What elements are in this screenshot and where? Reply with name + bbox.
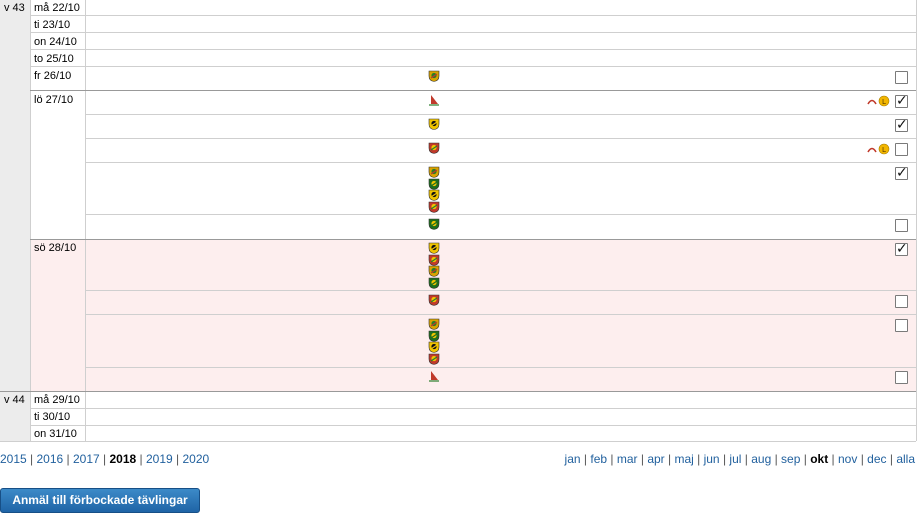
- month-link-jun[interactable]: jun: [704, 452, 720, 466]
- preselect-checkbox[interactable]: [895, 117, 908, 133]
- separator: |: [99, 452, 110, 466]
- club-emblem-icon: [428, 118, 440, 130]
- club-emblem-icon: [428, 330, 440, 342]
- month-link-dec[interactable]: dec: [867, 452, 886, 466]
- preselect-checkbox[interactable]: [895, 143, 908, 156]
- separator: |: [172, 452, 183, 466]
- year-link-2019[interactable]: 2019: [146, 452, 173, 466]
- month-link-jul[interactable]: jul: [729, 452, 741, 466]
- day-label: må 29/10: [34, 394, 80, 406]
- year-nav: 2015 | 2016 | 2017 | 2018 | 2019 | 2020: [0, 452, 209, 466]
- preselect-checkbox[interactable]: [895, 241, 908, 257]
- month-link-feb[interactable]: feb: [590, 452, 607, 466]
- year-link-2018: 2018: [109, 452, 137, 466]
- preselect-checkbox[interactable]: [895, 93, 908, 109]
- month-link-sep[interactable]: sep: [781, 452, 800, 466]
- club-emblem-icon: [428, 341, 440, 353]
- preselect-checkbox[interactable]: [895, 219, 908, 232]
- preselect-checkbox[interactable]: [895, 71, 908, 84]
- year-link-2015[interactable]: 2015: [0, 452, 27, 466]
- separator: |: [580, 452, 591, 466]
- club-emblem-icon: [428, 265, 440, 277]
- club-emblem-icon: [428, 294, 440, 306]
- club-emblem-icon: [428, 142, 440, 154]
- club-emblem-icon: [428, 189, 440, 201]
- svg-text:L: L: [882, 146, 886, 154]
- day-label: on 31/10: [34, 428, 77, 440]
- day-label: lö 27/10: [34, 94, 74, 106]
- week-label-v44: v 44: [4, 394, 25, 406]
- club-emblem-icon: [428, 318, 440, 330]
- month-nav: jan | feb | mar | apr | maj | jun | jul …: [565, 452, 915, 466]
- day-label: fr 26/10: [34, 70, 72, 82]
- week-label-v43: v 43: [4, 2, 25, 14]
- club-emblem-icon: [428, 178, 440, 190]
- day-label: to 25/10: [34, 53, 74, 65]
- week-cell-v43: [0, 0, 30, 391]
- sunday-rows-background: [30, 239, 916, 391]
- club-emblem-icon: [428, 94, 440, 106]
- month-link-okt: okt: [810, 452, 829, 466]
- club-emblem-icon: [428, 70, 440, 82]
- year-link-2020[interactable]: 2020: [183, 452, 210, 466]
- preselect-checkbox[interactable]: [895, 295, 908, 308]
- month-link-alla[interactable]: alla: [896, 452, 915, 466]
- preselect-checkbox[interactable]: [895, 371, 908, 384]
- month-link-mar[interactable]: mar: [617, 452, 638, 466]
- separator: |: [771, 452, 782, 466]
- register-selected-button[interactable]: Anmäl till förbockade tävlingar: [0, 488, 200, 513]
- club-emblem-icon: [428, 254, 440, 266]
- month-link-jan[interactable]: jan: [565, 452, 581, 466]
- month-link-nov[interactable]: nov: [838, 452, 857, 466]
- separator: |: [719, 452, 730, 466]
- live-status-icon: L: [866, 95, 892, 110]
- day-label: on 24/10: [34, 36, 77, 48]
- separator: |: [828, 452, 838, 466]
- day-label: ti 30/10: [34, 411, 71, 423]
- club-emblem-icon: [428, 242, 440, 254]
- separator: |: [693, 452, 704, 466]
- separator: |: [63, 452, 73, 466]
- month-link-apr[interactable]: apr: [647, 452, 664, 466]
- live-status-icon: L: [866, 143, 892, 158]
- day-label: ti 23/10: [34, 19, 71, 31]
- club-emblem-icon: [428, 277, 440, 289]
- club-emblem-icon: [428, 201, 440, 213]
- separator: |: [26, 452, 37, 466]
- day-label: må 22/10: [34, 2, 80, 14]
- day-label: sö 28/10: [34, 242, 77, 254]
- year-link-2016[interactable]: 2016: [37, 452, 64, 466]
- year-link-2017[interactable]: 2017: [73, 452, 100, 466]
- preselect-checkbox[interactable]: [895, 165, 908, 181]
- club-emblem-icon: [428, 218, 440, 230]
- separator: |: [800, 452, 811, 466]
- club-emblem-icon: [428, 353, 440, 365]
- separator: |: [857, 452, 868, 466]
- month-link-aug[interactable]: aug: [751, 452, 771, 466]
- separator: |: [664, 452, 675, 466]
- month-link-maj[interactable]: maj: [674, 452, 693, 466]
- preselect-checkbox[interactable]: [895, 319, 908, 332]
- separator: |: [637, 452, 648, 466]
- separator: |: [136, 452, 146, 466]
- separator: |: [607, 452, 617, 466]
- svg-text:L: L: [882, 98, 886, 106]
- separator: |: [886, 452, 897, 466]
- separator: |: [741, 452, 752, 466]
- club-emblem-icon: [428, 370, 440, 382]
- club-emblem-icon: [428, 166, 440, 178]
